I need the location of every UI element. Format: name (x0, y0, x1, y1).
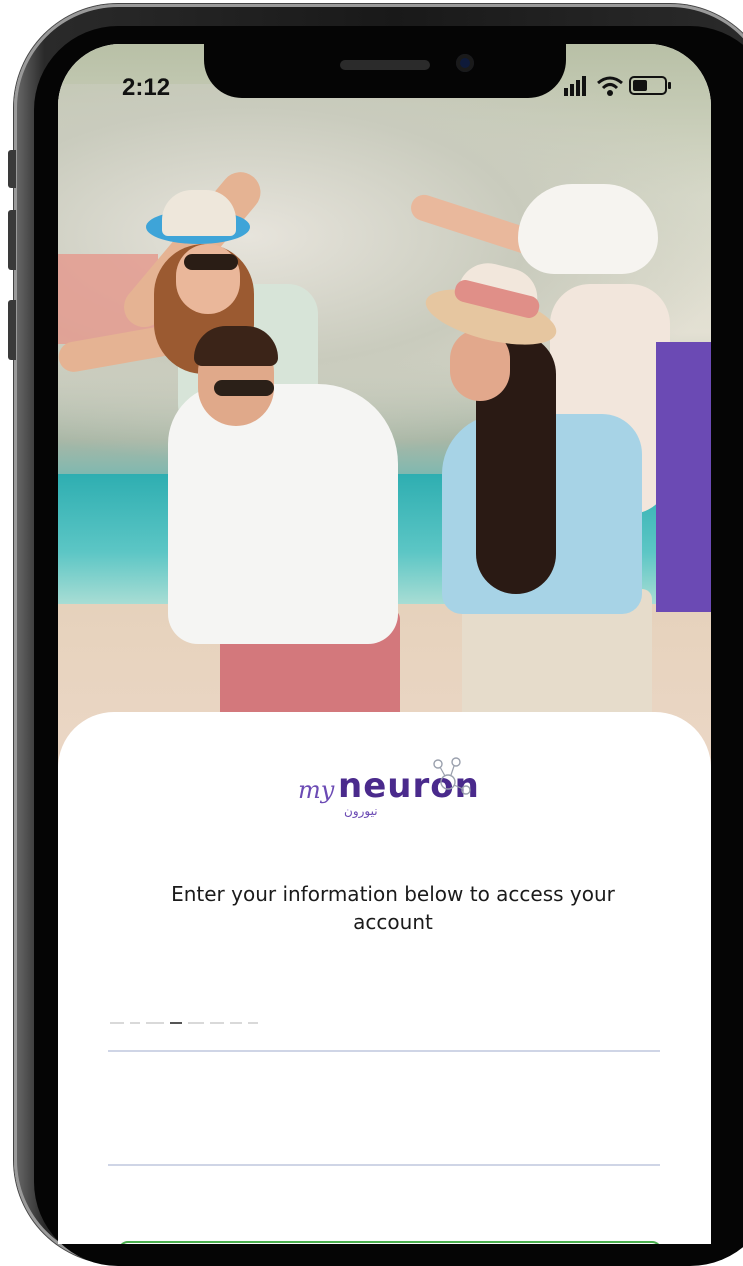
neuron-molecule-icon (433, 757, 471, 795)
login-button[interactable] (118, 1241, 662, 1244)
logo-arabic: نيورون (344, 804, 378, 818)
decor-purple-block (656, 342, 711, 612)
status-time: 2:12 (122, 74, 171, 101)
username-underline (108, 1050, 660, 1052)
sun-hat-white (518, 184, 658, 274)
hero-photo (58, 44, 711, 804)
man-sunglasses (214, 380, 274, 396)
speaker-grille (340, 60, 430, 70)
logo-prefix: my (298, 776, 335, 804)
volume-up-button (8, 210, 16, 270)
password-underline (108, 1164, 660, 1166)
password-input[interactable] (108, 1104, 664, 1146)
girl-sunglasses (184, 254, 238, 270)
front-camera (456, 54, 474, 72)
status-icons (564, 76, 671, 96)
man-shirt (168, 384, 398, 644)
girl-hat-top (162, 190, 236, 236)
man-hair (194, 326, 278, 366)
signal-icon (564, 76, 586, 96)
notch (204, 44, 566, 98)
phone-screen: 2:12 my neuron نيورون Enter your informa… (58, 44, 711, 1244)
mute-switch (8, 150, 16, 188)
battery-icon (629, 76, 671, 95)
brand-logo: my neuron نيورون (298, 757, 498, 824)
username-input[interactable] (108, 994, 664, 1036)
wifi-icon (597, 76, 623, 96)
login-instruction: Enter your information below to access y… (171, 882, 615, 934)
volume-down-button (8, 300, 16, 360)
